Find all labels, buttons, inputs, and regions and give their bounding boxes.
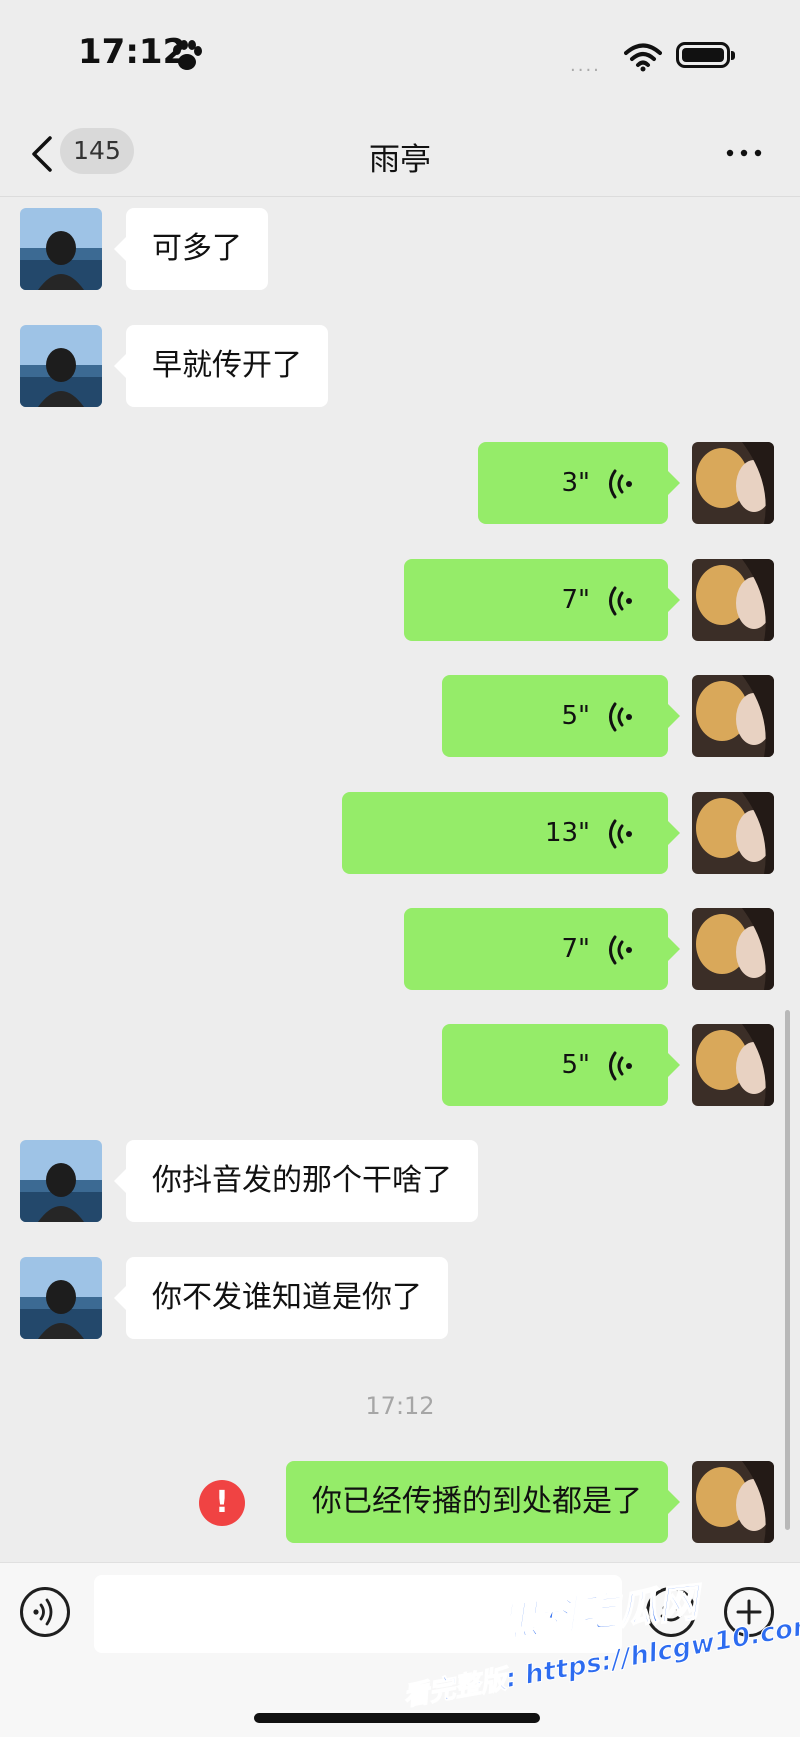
message-bubble[interactable]: 早就传开了 [114, 325, 328, 407]
message-row: ! 你已经传播的到处都是了 [0, 1461, 800, 1545]
contact-avatar[interactable] [20, 1140, 102, 1222]
my-avatar[interactable] [692, 792, 774, 874]
voice-wave-icon [609, 586, 632, 616]
message-bubble[interactable]: 你已经传播的到处都是了 [286, 1461, 680, 1543]
failed-send-icon[interactable]: ! [199, 1480, 245, 1526]
voice-message-bubble[interactable]: 3" [478, 442, 680, 524]
signal-indicator: ···· [570, 60, 601, 81]
contact-avatar[interactable] [20, 1257, 102, 1339]
voice-duration: 3" [561, 468, 590, 498]
my-avatar[interactable] [692, 908, 774, 990]
voice-message-bubble[interactable]: 7" [404, 559, 680, 641]
voice-wave-icon [609, 469, 632, 499]
voice-wave-icon [609, 702, 632, 732]
voice-wave-icon [609, 1051, 632, 1081]
contact-avatar[interactable] [20, 325, 102, 407]
voice-duration: 7" [561, 585, 590, 615]
message-row: 可多了 [0, 208, 800, 292]
voice-message-bubble[interactable]: 13" [342, 792, 680, 874]
message-row: 3" [0, 442, 800, 526]
my-avatar[interactable] [692, 442, 774, 524]
message-timestamp: 17:12 [365, 1392, 435, 1420]
my-avatar[interactable] [692, 675, 774, 757]
message-row: 5" [0, 1024, 800, 1108]
voice-message-bubble[interactable]: 5" [442, 1024, 680, 1106]
home-indicator [254, 1713, 540, 1723]
voice-wave-icon [609, 819, 632, 849]
my-avatar[interactable] [692, 1461, 774, 1543]
voice-duration: 5" [561, 701, 590, 731]
message-row: 13" [0, 792, 800, 876]
message-row: 你不发谁知道是你了 [0, 1257, 800, 1341]
message-bubble[interactable]: 你抖音发的那个干啥了 [114, 1140, 478, 1222]
voice-wave-icon [609, 935, 632, 965]
status-bar: 17:12 ···· [0, 0, 800, 110]
message-row: 5" [0, 675, 800, 759]
voice-input-icon [33, 1598, 53, 1626]
voice-message-bubble[interactable]: 5" [442, 675, 680, 757]
my-avatar[interactable] [692, 559, 774, 641]
message-row: 7" [0, 559, 800, 643]
message-row: 7" [0, 908, 800, 992]
message-bubble[interactable]: 你不发谁知道是你了 [114, 1257, 448, 1339]
chat-title: 雨亭 [369, 142, 431, 178]
paw-icon [173, 40, 202, 70]
voice-message-bubble[interactable]: 7" [404, 908, 680, 990]
wifi-icon [624, 43, 662, 72]
contact-avatar[interactable] [20, 208, 102, 290]
voice-duration: 7" [561, 934, 590, 964]
message-row: 早就传开了 [0, 325, 800, 409]
voice-duration: 13" [544, 818, 590, 848]
more-icon[interactable] [722, 138, 766, 168]
voice-input-button[interactable] [20, 1587, 70, 1637]
my-avatar[interactable] [692, 1024, 774, 1106]
message-bubble[interactable]: 可多了 [114, 208, 268, 290]
battery-icon [676, 42, 735, 68]
chat-header: 145 雨亭 [0, 110, 800, 197]
voice-duration: 5" [561, 1050, 590, 1080]
message-row: 你抖音发的那个干啥了 [0, 1140, 800, 1224]
scrollbar[interactable] [785, 1010, 790, 1530]
